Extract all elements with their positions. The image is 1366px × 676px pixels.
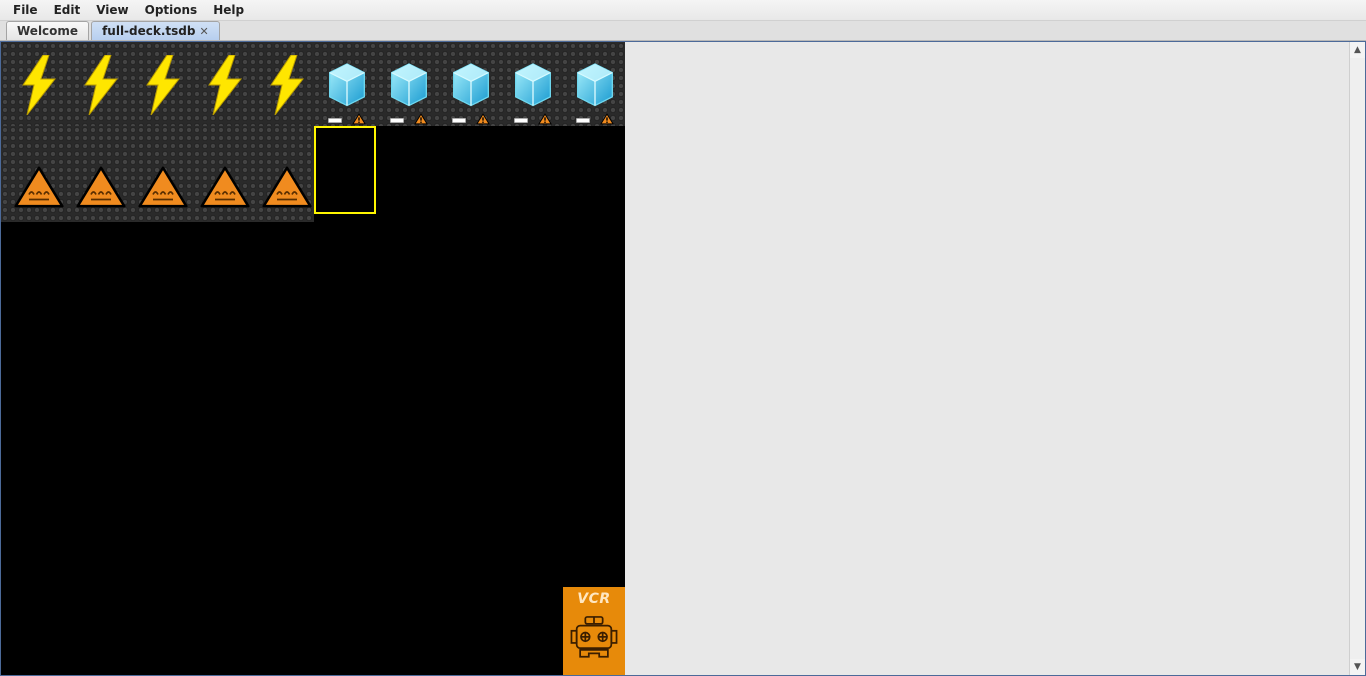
vcr-card[interactable]: VCR [563, 587, 625, 675]
row2-mask [376, 126, 625, 222]
menu-view[interactable]: View [89, 2, 135, 18]
lightning-card[interactable] [9, 50, 69, 120]
progress-bar-icon [576, 118, 590, 123]
close-icon[interactable]: ✕ [199, 25, 208, 38]
progress-bar-icon [452, 118, 466, 123]
vcr-label: VCR [577, 591, 610, 607]
tab-label: Welcome [17, 24, 78, 38]
menubar: File Edit View Options Help [0, 0, 1366, 21]
progress-bar-icon [514, 118, 528, 123]
deck-canvas[interactable]: VCR [1, 42, 625, 675]
heat-warning-card[interactable] [195, 152, 255, 222]
lightning-card[interactable] [195, 50, 255, 120]
lightning-card[interactable] [133, 50, 193, 120]
heat-warning-card[interactable] [71, 152, 131, 222]
ice-cube-card[interactable] [317, 48, 377, 118]
menu-options[interactable]: Options [138, 2, 205, 18]
lightning-card[interactable] [257, 50, 317, 120]
heat-warning-card[interactable] [257, 152, 317, 222]
ice-cube-card[interactable] [503, 48, 563, 118]
tab-label: full-deck.tsdb [102, 24, 195, 38]
ice-cube-card[interactable] [441, 48, 501, 118]
lightning-card[interactable] [71, 50, 131, 120]
ice-cube-card[interactable] [565, 48, 625, 118]
tab-welcome[interactable]: Welcome [6, 21, 89, 40]
scroll-up-icon[interactable]: ▲ [1350, 42, 1366, 58]
properties-panel: ▲ ▼ [625, 42, 1365, 675]
vertical-scrollbar[interactable]: ▲ ▼ [1349, 42, 1365, 675]
engine-icon [568, 607, 620, 665]
editor-content: VCR ▲ [0, 41, 1366, 676]
progress-bar-icon [328, 118, 342, 123]
row2-mask-left [314, 126, 376, 222]
deck-row-1 [1, 42, 625, 126]
progress-bar-icon [390, 118, 404, 123]
heat-warning-card[interactable] [133, 152, 193, 222]
deck-row-2 [1, 126, 625, 222]
ice-cube-card[interactable] [379, 48, 439, 118]
menu-file[interactable]: File [6, 2, 45, 18]
scroll-down-icon[interactable]: ▼ [1350, 659, 1366, 675]
menu-edit[interactable]: Edit [47, 2, 88, 18]
heat-warning-card[interactable] [9, 152, 69, 222]
tabbar: Welcome full-deck.tsdb ✕ [0, 21, 1366, 41]
tab-full-deck[interactable]: full-deck.tsdb ✕ [91, 21, 220, 40]
menu-help[interactable]: Help [206, 2, 251, 18]
